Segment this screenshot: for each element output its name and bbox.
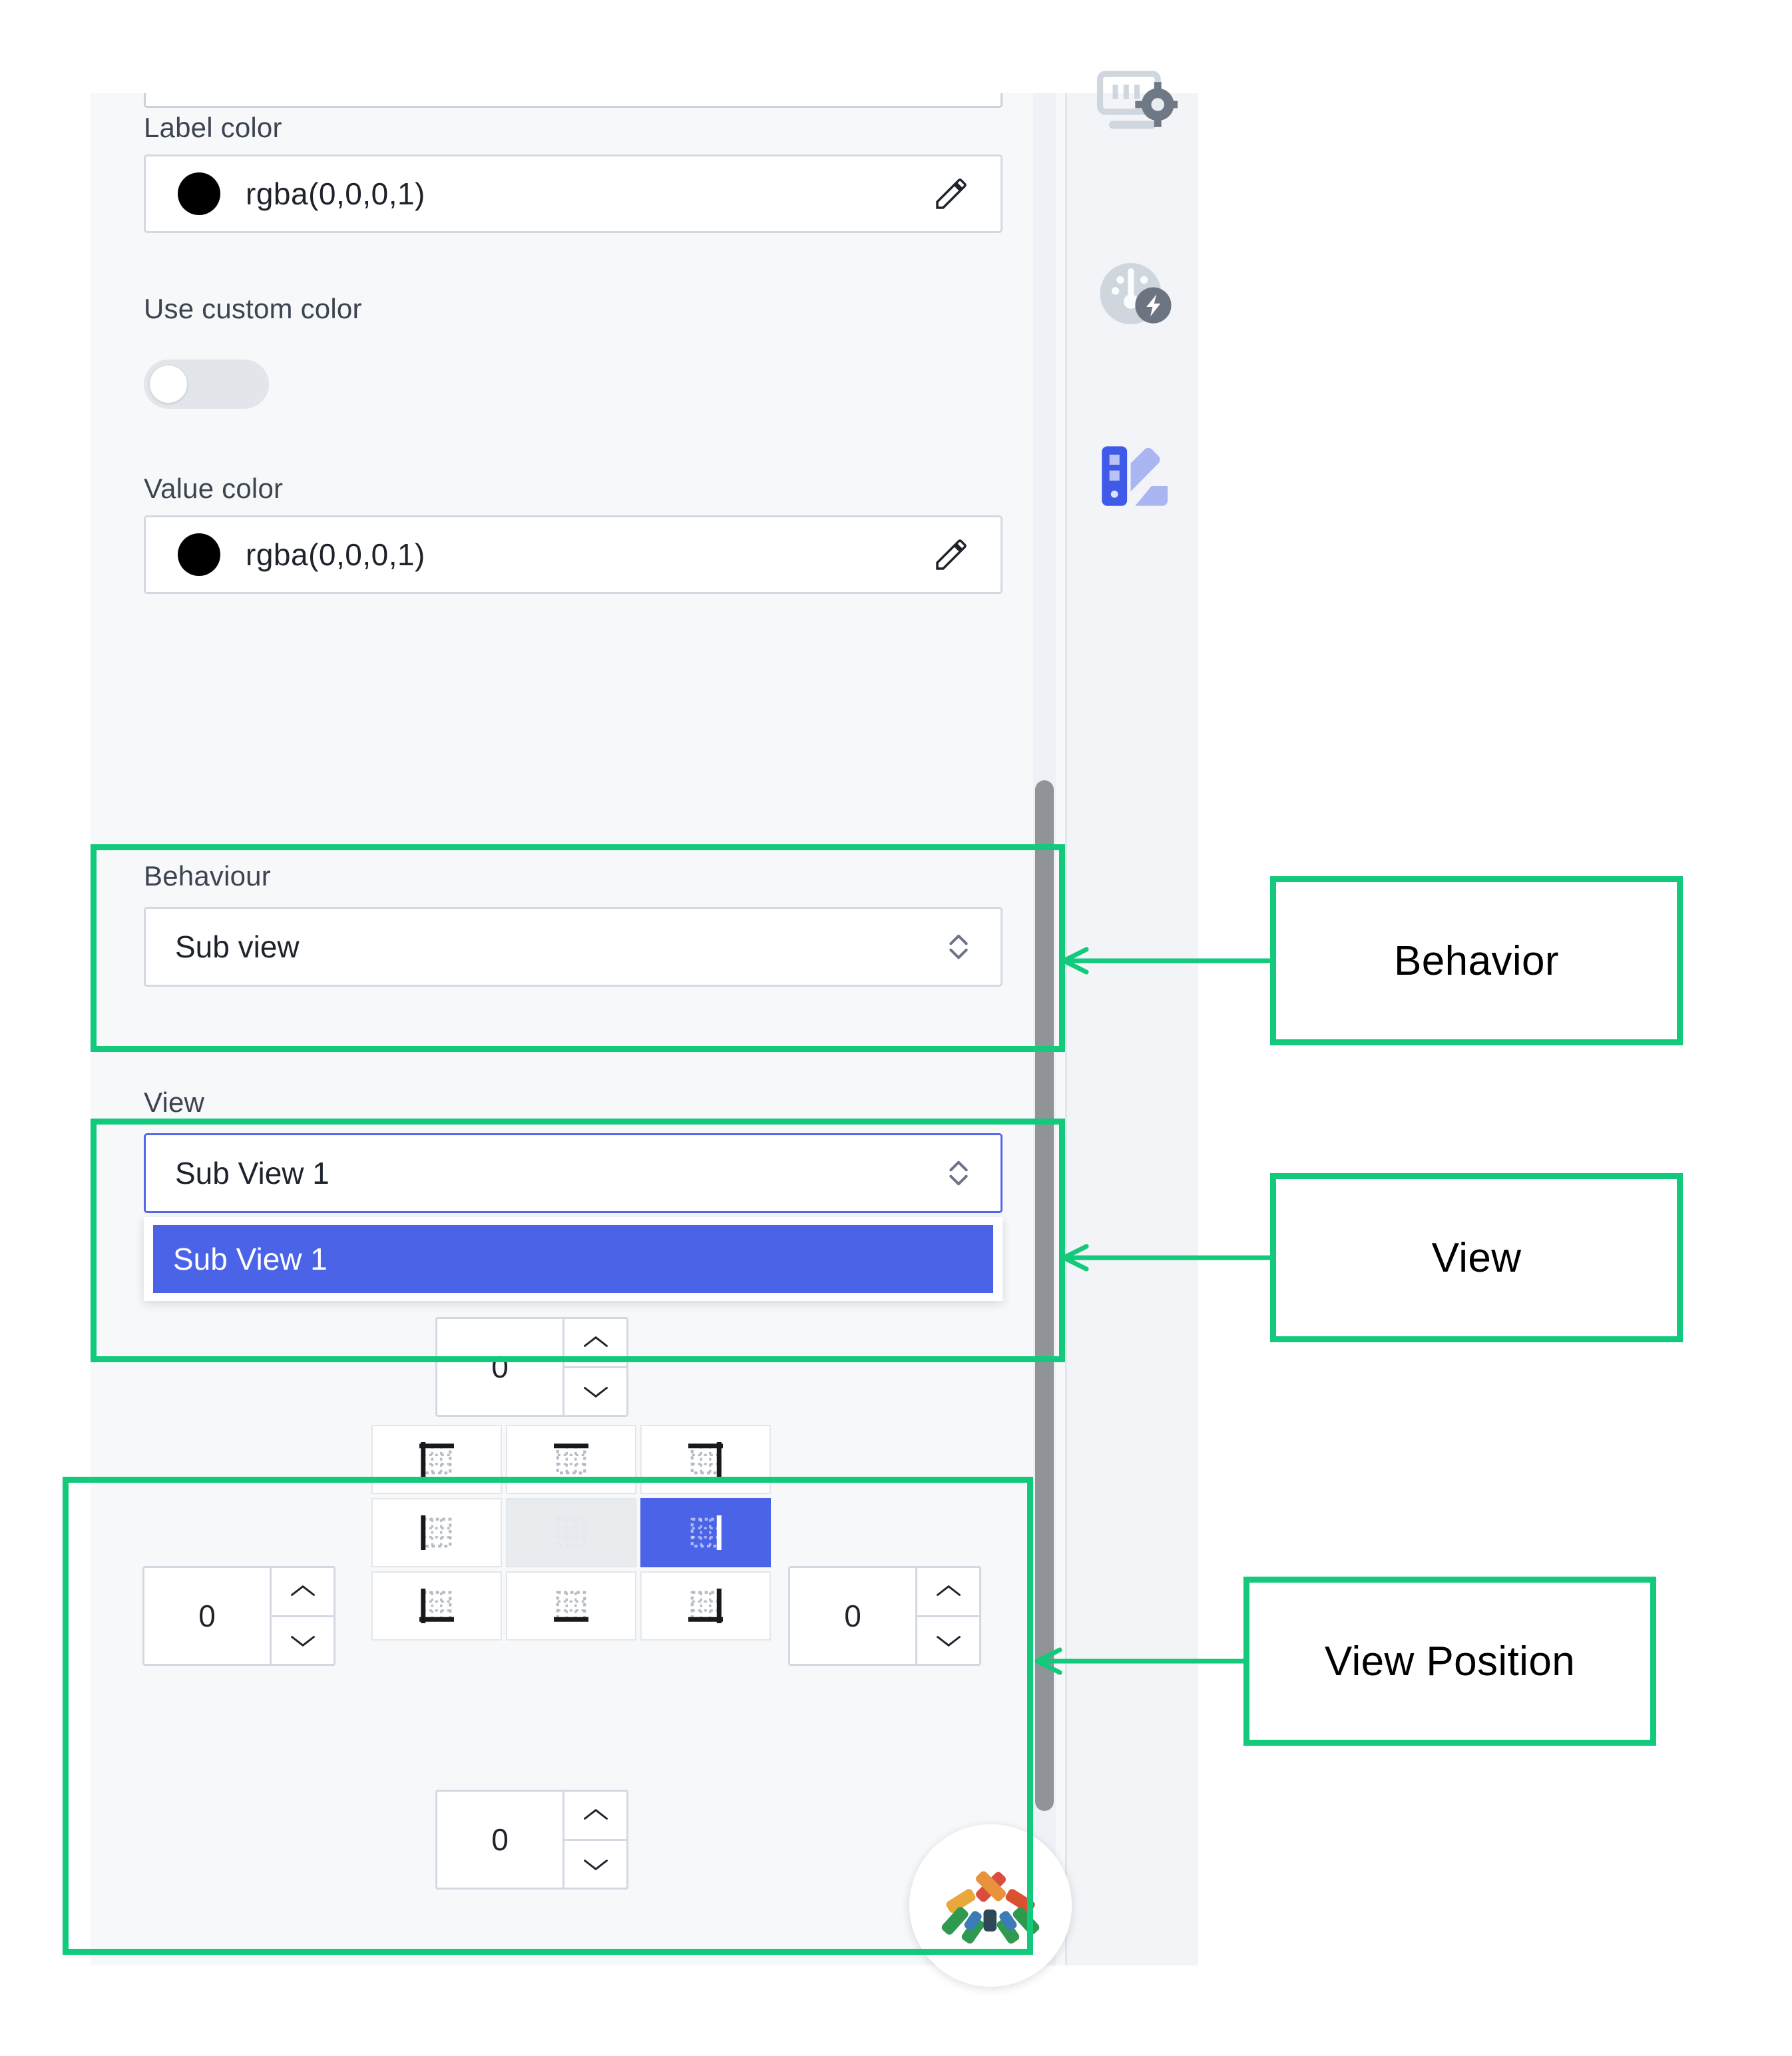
screenshot-root: Label color rgba(0,0,0,1) Use custom col… [0,0,1792,2056]
behaviour-select[interactable]: Sub view [144,907,1003,987]
right-offset-decrement[interactable] [917,1617,979,1665]
pinwheel-logo-icon [941,1871,1040,1944]
screen-settings-icon[interactable] [1091,61,1178,148]
annotation-label-view-position: View Position [1243,1577,1656,1746]
value-color-label: Value color [144,473,284,504]
view-position-grid[interactable] [371,1425,771,1641]
position-cell-align-middle-left[interactable] [371,1498,502,1567]
right-offset-spinner[interactable]: 0 [788,1566,981,1666]
palette-style-icon[interactable] [1091,430,1178,517]
right-offset-value: 0 [844,1599,861,1633]
left-offset-decrement[interactable] [272,1617,334,1665]
top-offset-increment[interactable] [564,1319,626,1368]
center-icon [556,1517,586,1548]
pencil-icon[interactable] [933,536,970,573]
chevron-down-icon [290,1635,315,1647]
view-dropdown-menu[interactable]: Sub View 1 [144,1217,1003,1301]
clipped-previous-field[interactable] [144,93,1003,108]
left-offset-spinner[interactable]: 0 [142,1566,336,1666]
label-color-field[interactable]: rgba(0,0,0,1) [144,154,1003,233]
style-settings-panel: Label color rgba(0,0,0,1) Use custom col… [91,93,1198,1965]
view-select-value: Sub View 1 [175,1156,330,1190]
chevron-up-icon [936,1585,961,1597]
behaviour-select-value: Sub view [175,929,300,964]
app-logo-badge [909,1824,1072,1987]
top-offset-spinner[interactable]: 0 [435,1317,628,1417]
chevron-down-icon [936,1635,961,1647]
corner-bottom-right-icon [688,1589,723,1623]
corner-bottom-left-icon [419,1589,454,1623]
right-offset-increment[interactable] [917,1568,979,1617]
position-cell-align-bottom-left[interactable] [371,1571,502,1641]
use-custom-color-label: Use custom color [144,293,362,324]
chevron-up-down-icon [949,934,968,959]
view-select[interactable]: Sub View 1 [144,1133,1003,1213]
left-offset-increment[interactable] [272,1568,334,1617]
bottom-offset-spinner[interactable]: 0 [435,1790,628,1890]
position-cell-align-bottom-right[interactable] [640,1571,771,1641]
chevron-down-icon [583,1859,608,1870]
left-offset-value: 0 [198,1599,216,1633]
value-color-value: rgba(0,0,0,1) [246,537,425,572]
edge-left-icon [421,1515,452,1550]
view-label: View [144,1087,205,1118]
chevron-up-down-icon [949,1160,968,1186]
position-cell-align-top-right[interactable] [640,1425,771,1494]
label-color-label: Label color [144,112,282,143]
behaviour-label: Behaviour [144,860,271,892]
bottom-offset-decrement[interactable] [564,1841,626,1888]
annotation-arrow-view-position [1034,1647,1243,1675]
top-offset-value: 0 [491,1350,509,1384]
edge-bottom-icon [554,1591,588,1622]
pencil-icon[interactable] [933,175,970,212]
position-cell-align-top-center[interactable] [506,1425,636,1494]
value-color-field[interactable]: rgba(0,0,0,1) [144,515,1003,594]
view-option-sub-view-1[interactable]: Sub View 1 [153,1225,993,1293]
toggle-knob [150,366,187,403]
annotation-label-behavior: Behavior [1270,876,1683,1045]
view-option-label: Sub View 1 [173,1242,328,1276]
chevron-down-icon [583,1386,608,1398]
bottom-offset-value: 0 [491,1822,509,1857]
value-color-swatch [178,533,220,576]
annotation-arrow-view [1061,1244,1270,1272]
edge-top-icon [554,1443,588,1475]
annotation-arrow-behavior [1061,947,1270,975]
position-cell-align-middle-center [506,1498,636,1567]
top-offset-decrement[interactable] [564,1368,626,1415]
position-cell-align-bottom-center[interactable] [506,1571,636,1641]
chevron-up-icon [583,1809,608,1820]
position-cell-align-top-left[interactable] [371,1425,502,1494]
position-cell-align-middle-right[interactable] [640,1498,771,1567]
gauge-lightning-icon[interactable] [1091,250,1178,337]
corner-top-right-icon [688,1442,723,1477]
use-custom-color-toggle[interactable] [144,360,269,409]
label-color-value: rgba(0,0,0,1) [246,176,425,211]
corner-top-left-icon [419,1442,454,1477]
right-icon-rail [1065,71,1198,1965]
edge-right-icon [690,1515,722,1550]
chevron-up-icon [583,1336,608,1348]
chevron-up-icon [290,1585,315,1597]
label-color-swatch [178,172,220,215]
annotation-label-view: View [1270,1173,1683,1342]
bottom-offset-increment[interactable] [564,1792,626,1841]
